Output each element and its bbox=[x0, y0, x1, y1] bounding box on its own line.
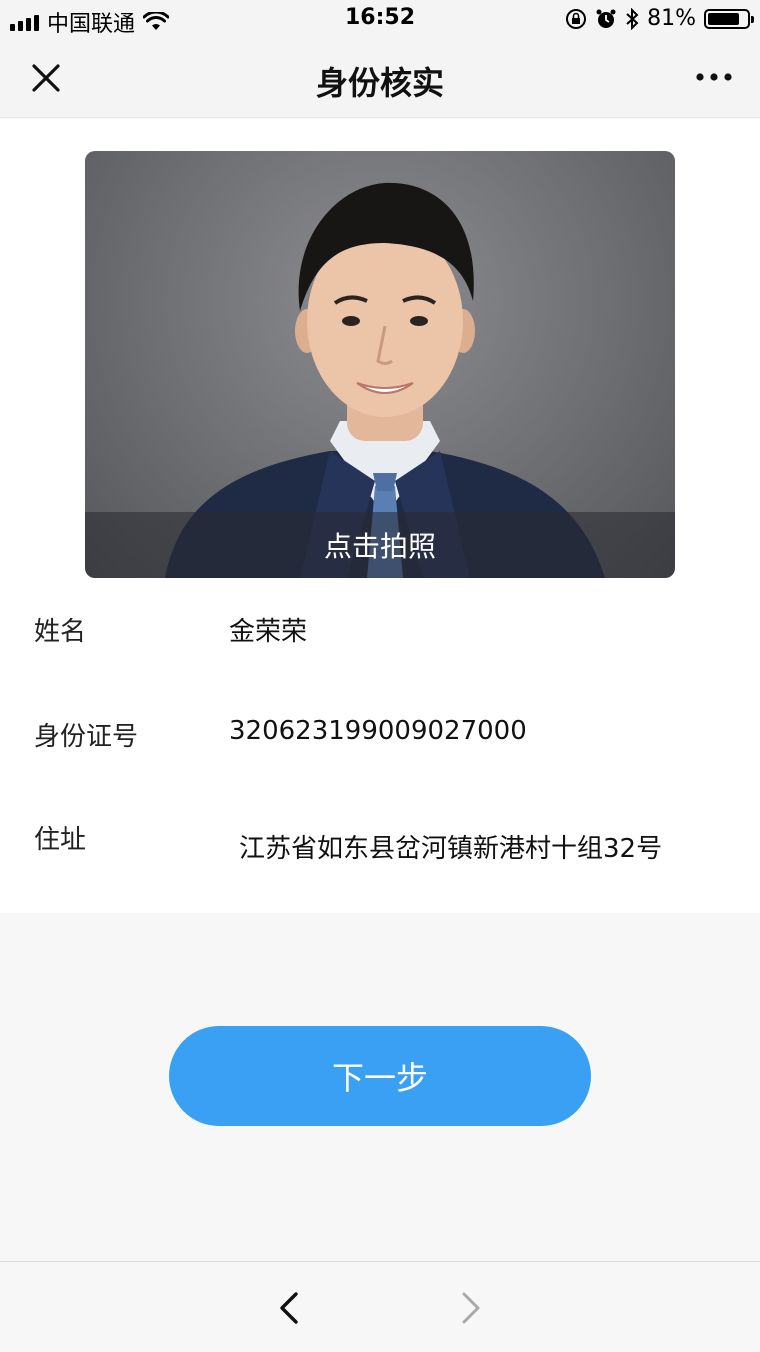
status-right: 81% bbox=[565, 6, 754, 31]
battery-icon bbox=[704, 8, 754, 29]
nav-bar: 身份核实 bbox=[0, 38, 760, 118]
address-label: 住址 bbox=[34, 825, 87, 855]
more-icon[interactable] bbox=[694, 62, 734, 92]
status-bar: 中国联通 16:52 81% bbox=[0, 0, 760, 38]
name-value: 金荣荣 bbox=[229, 617, 308, 647]
chevron-right-icon[interactable] bbox=[452, 1288, 488, 1328]
id-number-label: 身份证号 bbox=[34, 722, 139, 752]
take-photo-label[interactable]: 点击拍照 bbox=[85, 512, 675, 578]
battery-percent: 81% bbox=[647, 6, 696, 31]
chevron-left-icon[interactable] bbox=[272, 1288, 308, 1328]
next-step-button[interactable]: 下一步 bbox=[169, 1026, 591, 1126]
address-value: 江苏省如东县岔河镇新港村十组32号 bbox=[239, 834, 663, 864]
page-title: 身份核实 bbox=[315, 64, 444, 102]
id-photo[interactable]: 点击拍照 bbox=[85, 151, 675, 578]
battery-level bbox=[708, 12, 739, 25]
orientation-lock-icon bbox=[566, 8, 587, 29]
identity-card: 点击拍照 姓名 金荣荣 身份证号 320623199009027000 住址 江… bbox=[0, 119, 760, 913]
name-label: 姓名 bbox=[34, 617, 87, 647]
alarm-icon bbox=[596, 9, 616, 28]
id-number-value: 320623199009027000 bbox=[229, 716, 527, 746]
bluetooth-icon bbox=[626, 7, 639, 30]
browser-toolbar bbox=[0, 1261, 760, 1352]
